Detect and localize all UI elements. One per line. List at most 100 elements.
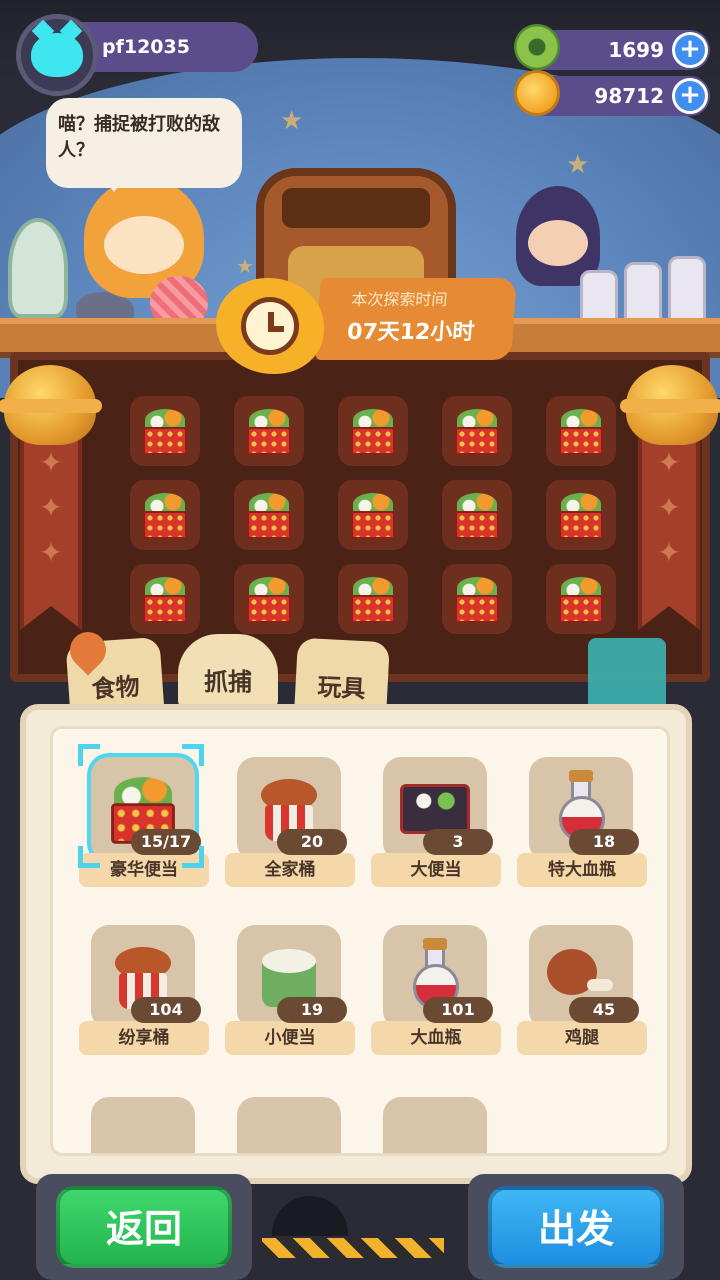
selection-corner <box>78 846 100 868</box>
star-icon: ★ <box>566 150 590 180</box>
tab-capture-label: 抓捕 <box>204 668 252 696</box>
loaded-item-slot[interactable] <box>130 564 200 634</box>
loaded-item-slot[interactable] <box>130 396 200 466</box>
selection-corner <box>182 846 204 868</box>
loaded-item-slot[interactable] <box>234 564 304 634</box>
coin-planet-icon <box>514 70 560 116</box>
fish-icon: ✦ <box>657 491 681 524</box>
selection-corner <box>182 744 204 766</box>
bottle <box>668 256 706 326</box>
item-name: 鸡腿 <box>517 1021 647 1055</box>
bento-icon <box>141 491 189 539</box>
player-avatar[interactable] <box>16 14 98 96</box>
left-bell-icon <box>0 365 102 445</box>
item-count: 104 <box>131 997 201 1023</box>
add-donut-button[interactable]: + <box>672 32 708 68</box>
inventory-item[interactable]: 大便当 3 <box>371 757 503 901</box>
game-screen: ★ ★ ★ ✦ ✦ ✦ ✦ ✦ ✦ pf12035 1699 + 98712 + <box>0 0 720 1280</box>
loaded-item-slot[interactable] <box>442 564 512 634</box>
inventory-item-partial[interactable] <box>225 1097 357 1153</box>
item-count: 20 <box>277 829 347 855</box>
inventory-item[interactable]: 小便当 19 <box>225 925 357 1069</box>
player-name-bar[interactable]: pf12035 <box>78 22 258 72</box>
lunchbox-icon <box>400 784 470 834</box>
add-coin-button[interactable]: + <box>672 78 708 114</box>
bento-icon <box>557 491 605 539</box>
tab-toys-label: 玩具 <box>316 672 367 704</box>
coin-amount: 98712 <box>594 84 664 108</box>
item-card <box>237 1097 341 1153</box>
inventory-item[interactable]: 纷享桶 104 <box>79 925 211 1069</box>
bento-icon <box>141 575 189 623</box>
item-name: 纷享桶 <box>79 1021 209 1055</box>
speech-bubble: 喵？捕捉被打败的敌人？ <box>46 98 242 192</box>
item-name: 小便当 <box>225 1021 355 1055</box>
left-banner: ✦ ✦ ✦ <box>20 430 82 630</box>
loaded-item-slot[interactable] <box>442 480 512 550</box>
bento-icon <box>245 575 293 623</box>
inventory-item[interactable]: 鸡腿 45 <box>517 925 649 1069</box>
back-button[interactable]: 返回 <box>56 1186 232 1268</box>
donut-amount: 1699 <box>608 38 664 62</box>
inventory-item[interactable]: 全家桶 20 <box>225 757 357 901</box>
item-card <box>91 1097 195 1153</box>
player-name: pf12035 <box>102 36 190 58</box>
item-name: 大血瓶 <box>371 1021 501 1055</box>
loaded-item-slot[interactable] <box>234 480 304 550</box>
item-count: 19 <box>277 997 347 1023</box>
fish-icon: ✦ <box>39 536 63 569</box>
bento-icon <box>349 491 397 539</box>
rocket-toy <box>8 218 68 318</box>
inventory-item[interactable]: 大血瓶 101 <box>371 925 503 1069</box>
inventory-item-partial[interactable] <box>371 1097 503 1153</box>
bottle-tab-icon[interactable] <box>588 638 666 714</box>
tab-capture[interactable]: 抓捕 <box>178 634 278 710</box>
item-list-page[interactable]: 豪华便当 15/17 全家桶 20 大便当 3 特大血瓶 18 纷享桶 104 小便当 19 大血瓶 10… <box>50 726 670 1156</box>
bento-icon <box>141 407 189 455</box>
coin-currency-bar: 98712 + <box>514 70 710 116</box>
loaded-item-slot[interactable] <box>130 480 200 550</box>
loaded-item-slot[interactable] <box>546 396 616 466</box>
bento-icon <box>349 407 397 455</box>
loaded-item-slot[interactable] <box>338 564 408 634</box>
item-count: 18 <box>569 829 639 855</box>
center-ornament <box>272 1196 348 1236</box>
bento-icon <box>453 575 501 623</box>
fish-icon: ✦ <box>657 446 681 479</box>
item-card <box>383 1097 487 1153</box>
loaded-item-slot[interactable] <box>338 396 408 466</box>
item-count: 101 <box>423 997 493 1023</box>
loaded-item-slot[interactable] <box>546 564 616 634</box>
loaded-item-slot[interactable] <box>546 480 616 550</box>
bento-icon <box>453 491 501 539</box>
inventory-item[interactable]: 豪华便当 15/17 <box>79 757 211 901</box>
donut-icon <box>514 24 560 70</box>
hazard-stripe <box>262 1238 444 1258</box>
item-name: 全家桶 <box>225 853 355 887</box>
clock-icon <box>241 297 299 355</box>
cat-face-icon <box>31 33 83 77</box>
inventory-item-partial[interactable] <box>79 1097 211 1153</box>
loaded-item-slot[interactable] <box>338 480 408 550</box>
fish-icon: ✦ <box>657 536 681 569</box>
donut-currency-bar: 1699 + <box>514 24 710 70</box>
loaded-item-slot[interactable] <box>442 396 512 466</box>
depart-button[interactable]: 出发 <box>488 1186 664 1268</box>
bento-icon <box>453 407 501 455</box>
right-bell-icon <box>620 365 720 445</box>
inventory-item[interactable]: 特大血瓶 18 <box>517 757 649 901</box>
item-name: 特大血瓶 <box>517 853 647 887</box>
fish-icon: ✦ <box>39 491 63 524</box>
bento-icon <box>111 777 175 844</box>
bento-icon <box>557 575 605 623</box>
loaded-item-slot[interactable] <box>234 396 304 466</box>
explore-time-label: 本次探索时间 <box>350 290 449 309</box>
bento-icon <box>349 575 397 623</box>
bento-icon <box>245 491 293 539</box>
explore-time-value: 07天12小时 <box>346 320 476 345</box>
selection-corner <box>78 744 100 766</box>
item-count: 45 <box>569 997 639 1023</box>
item-name: 大便当 <box>371 853 501 887</box>
bottle-shelf <box>580 240 710 326</box>
bento-icon <box>245 407 293 455</box>
